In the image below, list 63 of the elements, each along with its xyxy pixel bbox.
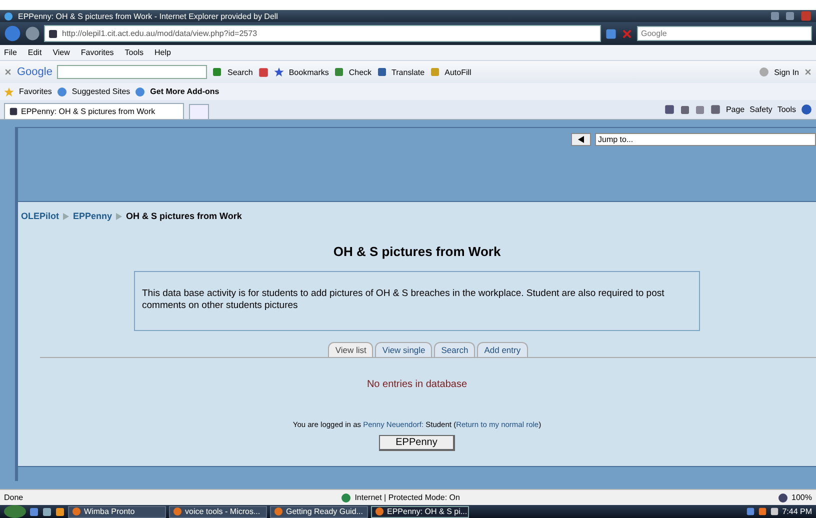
window-title: EPPenny: OH & S pictures from Work - Internet Explorer provided by Dell: [18, 12, 278, 20]
star-icon[interactable]: [4, 86, 14, 96]
menu-item[interactable]: Help: [154, 48, 171, 57]
command-button[interactable]: Safety: [750, 105, 772, 114]
taskbar-button[interactable]: Getting Ready Guid...: [270, 506, 368, 518]
menu-item[interactable]: Tools: [124, 48, 144, 57]
menu-item[interactable]: Edit: [28, 48, 42, 57]
app-icon[interactable]: [375, 507, 384, 516]
page-heading: OH & S pictures from Work: [333, 244, 501, 259]
toolbar-button[interactable]: Translate: [392, 68, 425, 76]
tab[interactable]: Add entry: [477, 342, 528, 357]
tab[interactable]: View single: [375, 342, 432, 357]
app-icon[interactable]: [173, 507, 182, 516]
toolbar-icon[interactable]: [376, 67, 387, 77]
intro-text: This data base activity is for students to add pictures of OH & S breaches in the workplace. Student are also required to post comments on other students pictures: [134, 271, 700, 331]
toolbar-button[interactable]: AutoFill: [444, 68, 472, 76]
breadcrumb-current: OH & S pictures from Work: [126, 211, 242, 221]
toolbar-icon[interactable]: [258, 66, 269, 78]
taskbar-button[interactable]: Wimba Pronto: [68, 506, 166, 518]
jump-to-dropdown[interactable]: Jump to...: [595, 133, 816, 146]
zoom-level[interactable]: 100%: [792, 493, 812, 502]
command-button[interactable]: Tools: [777, 105, 796, 114]
security-zone: Internet | Protected Mode: On: [354, 493, 460, 502]
address-bar[interactable]: http://olepil1.cit.act.edu.au/mod/data/view.php?id=2573: [44, 25, 601, 42]
taskbar-button[interactable]: EPPenny: OH & S pi...: [371, 506, 469, 518]
breadcrumb-link[interactable]: OLEPilot: [21, 211, 59, 221]
tab[interactable]: View list: [328, 342, 374, 357]
toolbar-icon[interactable]: [212, 67, 222, 77]
course-button[interactable]: EPPenny: [378, 435, 456, 451]
stop-icon[interactable]: [621, 28, 633, 40]
tab-title: EPPenny: OH & S pictures from Work: [21, 107, 156, 116]
clock: 7:44 PM: [782, 507, 812, 516]
command-button[interactable]: Page: [726, 105, 745, 114]
previous-button[interactable]: [571, 133, 591, 146]
menu-item[interactable]: File: [4, 48, 17, 57]
breadcrumb-arrow-icon: [116, 212, 122, 220]
taskbar-button[interactable]: voice tools - Micros...: [169, 506, 267, 518]
breadcrumb-link[interactable]: EPPenny: [73, 211, 112, 221]
toolbar-icon[interactable]: [334, 67, 344, 77]
favorites-item[interactable]: Favorites: [19, 87, 52, 96]
browser-tab[interactable]: EPPenny: OH & S pictures from Work: [4, 103, 184, 119]
url-text: http://olepil1.cit.act.edu.au/mod/data/view.php?id=2573: [62, 29, 258, 38]
toolbar-button[interactable]: Check: [348, 68, 372, 76]
menu-item[interactable]: Favorites: [80, 48, 114, 57]
toolbar-button[interactable]: Bookmarks: [288, 68, 329, 76]
toolbar-button[interactable]: Sign In: [774, 68, 799, 76]
favorites-item[interactable]: Suggested Sites: [72, 87, 130, 96]
left-arrow-icon: [578, 136, 584, 143]
empty-message: No entries in database: [366, 379, 468, 390]
tab[interactable]: Search: [434, 342, 476, 357]
search-field[interactable]: Google: [637, 26, 812, 41]
start-button[interactable]: [4, 505, 26, 518]
menu-item[interactable]: View: [52, 48, 70, 57]
toolbar-icon[interactable]: [274, 67, 284, 77]
app-icon[interactable]: [274, 507, 283, 516]
dropdown-text: Jump to...: [598, 135, 634, 144]
toolbar-button[interactable]: Search: [227, 68, 253, 76]
breadcrumb-arrow-icon: [63, 212, 69, 220]
status-text: Done: [4, 493, 24, 502]
app-icon[interactable]: [72, 507, 81, 516]
google-logo: Google: [17, 66, 52, 78]
favorites-item[interactable]: Get More Add-ons: [150, 87, 220, 96]
google-search-field[interactable]: [57, 65, 208, 79]
